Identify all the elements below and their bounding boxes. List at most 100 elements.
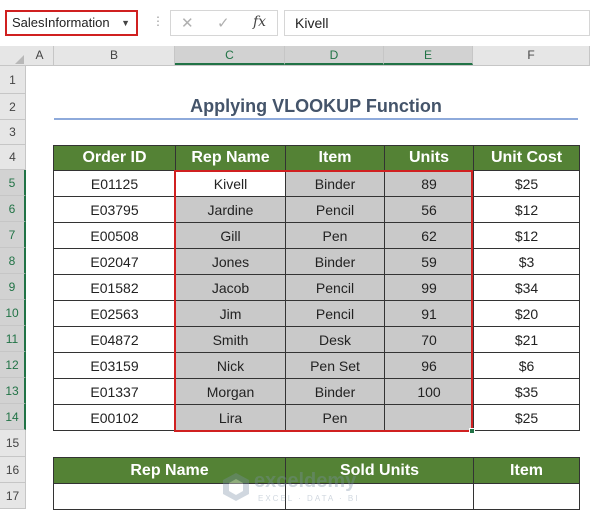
cell-units[interactable]: 59	[384, 248, 474, 275]
enter-icon[interactable]: ✓	[217, 14, 230, 32]
cell-units[interactable]: 70	[384, 326, 474, 353]
cell-rep-name[interactable]: Nick	[175, 352, 286, 379]
cell-item[interactable]: Pencil	[285, 300, 385, 327]
cell-order-id[interactable]: E01337	[53, 378, 176, 405]
sheet-title[interactable]: Applying VLOOKUP Function	[54, 94, 578, 118]
cell-units[interactable]: 56	[384, 196, 474, 223]
column-headers: A B C D E F	[0, 46, 590, 66]
table-row: E04872 Smith Desk 70 $21	[53, 326, 580, 353]
header-rep-name[interactable]: Rep Name	[175, 145, 286, 171]
row-header-2[interactable]: 2	[0, 94, 26, 120]
cancel-icon[interactable]: ✕	[181, 14, 194, 32]
cell-units[interactable]: 99	[384, 274, 474, 301]
cell-unit-cost[interactable]: $3	[473, 248, 580, 275]
column-header-c[interactable]: C	[175, 46, 285, 65]
cell-order-id[interactable]: E01125	[53, 170, 176, 197]
header-units[interactable]: Units	[384, 145, 474, 171]
cell-unit-cost[interactable]: $35	[473, 378, 580, 405]
column-header-e[interactable]: E	[384, 46, 473, 65]
row-header-8[interactable]: 8	[0, 248, 26, 274]
cell-order-id[interactable]: E04872	[53, 326, 176, 353]
cell-unit-cost[interactable]: $25	[473, 404, 580, 431]
cell-rep-name[interactable]: Smith	[175, 326, 286, 353]
cell-item[interactable]: Pencil	[285, 196, 385, 223]
header-item[interactable]: Item	[285, 145, 385, 171]
row-header-7[interactable]: 7	[0, 222, 26, 248]
cell-item[interactable]: Desk	[285, 326, 385, 353]
cell-rep-name[interactable]: Jim	[175, 300, 286, 327]
name-box[interactable]: SalesInformation ▼	[5, 10, 138, 36]
cell-units[interactable]: 96	[384, 352, 474, 379]
row-header-13[interactable]: 13	[0, 378, 26, 404]
cell-item[interactable]: Binder	[285, 248, 385, 275]
column-header-a[interactable]: A	[26, 46, 54, 65]
row-header-11[interactable]: 11	[0, 326, 26, 352]
cell-order-id[interactable]: E03795	[53, 196, 176, 223]
cell-item[interactable]: Pen	[285, 404, 385, 431]
cell-rep-name[interactable]: Jacob	[175, 274, 286, 301]
cell-rep-name[interactable]: Jardine	[175, 196, 286, 223]
cell-rep-name[interactable]: Morgan	[175, 378, 286, 405]
cell-item[interactable]: Binder	[285, 170, 385, 197]
cell-order-id[interactable]: E00102	[53, 404, 176, 431]
cell-units[interactable]: 62	[384, 222, 474, 249]
row-header-14[interactable]: 14	[0, 404, 26, 430]
lookup-header-item[interactable]: Item	[473, 457, 580, 484]
cell-unit-cost[interactable]: $21	[473, 326, 580, 353]
table-row: E00102 Lira Pen $25	[53, 404, 580, 431]
cell-rep-name[interactable]: Jones	[175, 248, 286, 275]
lookup-header-rep-name[interactable]: Rep Name	[53, 457, 286, 484]
lookup-cell-item[interactable]	[473, 483, 580, 510]
header-unit-cost[interactable]: Unit Cost	[473, 145, 580, 171]
cell-unit-cost[interactable]: $6	[473, 352, 580, 379]
cell-unit-cost[interactable]: $12	[473, 196, 580, 223]
row-header-12[interactable]: 12	[0, 352, 26, 378]
cell-item[interactable]: Pencil	[285, 274, 385, 301]
select-all-button[interactable]	[0, 46, 26, 66]
cell-units[interactable]: 91	[384, 300, 474, 327]
name-box-value: SalesInformation	[12, 15, 110, 30]
cell-unit-cost[interactable]: $20	[473, 300, 580, 327]
cell-rep-name[interactable]: Gill	[175, 222, 286, 249]
lookup-header-sold-units[interactable]: Sold Units	[285, 457, 474, 484]
row-header-16[interactable]: 16	[0, 457, 26, 483]
cell-units[interactable]: 100	[384, 378, 474, 405]
cell-rep-name[interactable]: Lira	[175, 404, 286, 431]
row-header-17[interactable]: 17	[0, 483, 26, 509]
lookup-header-row: Rep Name Sold Units Item	[53, 457, 580, 484]
column-header-b[interactable]: B	[54, 46, 175, 65]
row-header-10[interactable]: 10	[0, 300, 26, 326]
cell-order-id[interactable]: E03159	[53, 352, 176, 379]
lookup-row	[53, 483, 580, 510]
chevron-down-icon[interactable]: ▼	[121, 12, 130, 34]
row-header-15[interactable]: 15	[0, 430, 26, 457]
cell-unit-cost[interactable]: $25	[473, 170, 580, 197]
row-header-9[interactable]: 9	[0, 274, 26, 300]
formula-input[interactable]: Kivell	[284, 10, 590, 36]
row-header-1[interactable]: 1	[0, 66, 26, 94]
fill-handle[interactable]	[469, 428, 475, 434]
cell-rep-name-active[interactable]: Kivell	[175, 170, 286, 197]
cell-unit-cost[interactable]: $12	[473, 222, 580, 249]
lookup-cell-rep-name[interactable]	[53, 483, 286, 510]
insert-function-icon[interactable]: fx	[253, 14, 266, 30]
cell-order-id[interactable]: E01582	[53, 274, 176, 301]
row-header-6[interactable]: 6	[0, 196, 26, 222]
column-header-d[interactable]: D	[285, 46, 384, 65]
lookup-cell-sold-units[interactable]	[285, 483, 474, 510]
cell-item[interactable]: Binder	[285, 378, 385, 405]
more-options-icon[interactable]: ⋮	[152, 14, 164, 28]
cell-order-id[interactable]: E02563	[53, 300, 176, 327]
row-header-4[interactable]: 4	[0, 145, 26, 170]
cell-item[interactable]: Pen	[285, 222, 385, 249]
cell-order-id[interactable]: E02047	[53, 248, 176, 275]
cell-order-id[interactable]: E00508	[53, 222, 176, 249]
cell-units[interactable]: 89	[384, 170, 474, 197]
row-header-5[interactable]: 5	[0, 170, 26, 196]
header-order-id[interactable]: Order ID	[53, 145, 176, 171]
cell-units[interactable]	[384, 404, 474, 431]
cell-item[interactable]: Pen Set	[285, 352, 385, 379]
cell-unit-cost[interactable]: $34	[473, 274, 580, 301]
row-header-3[interactable]: 3	[0, 120, 26, 145]
column-header-f[interactable]: F	[473, 46, 590, 65]
